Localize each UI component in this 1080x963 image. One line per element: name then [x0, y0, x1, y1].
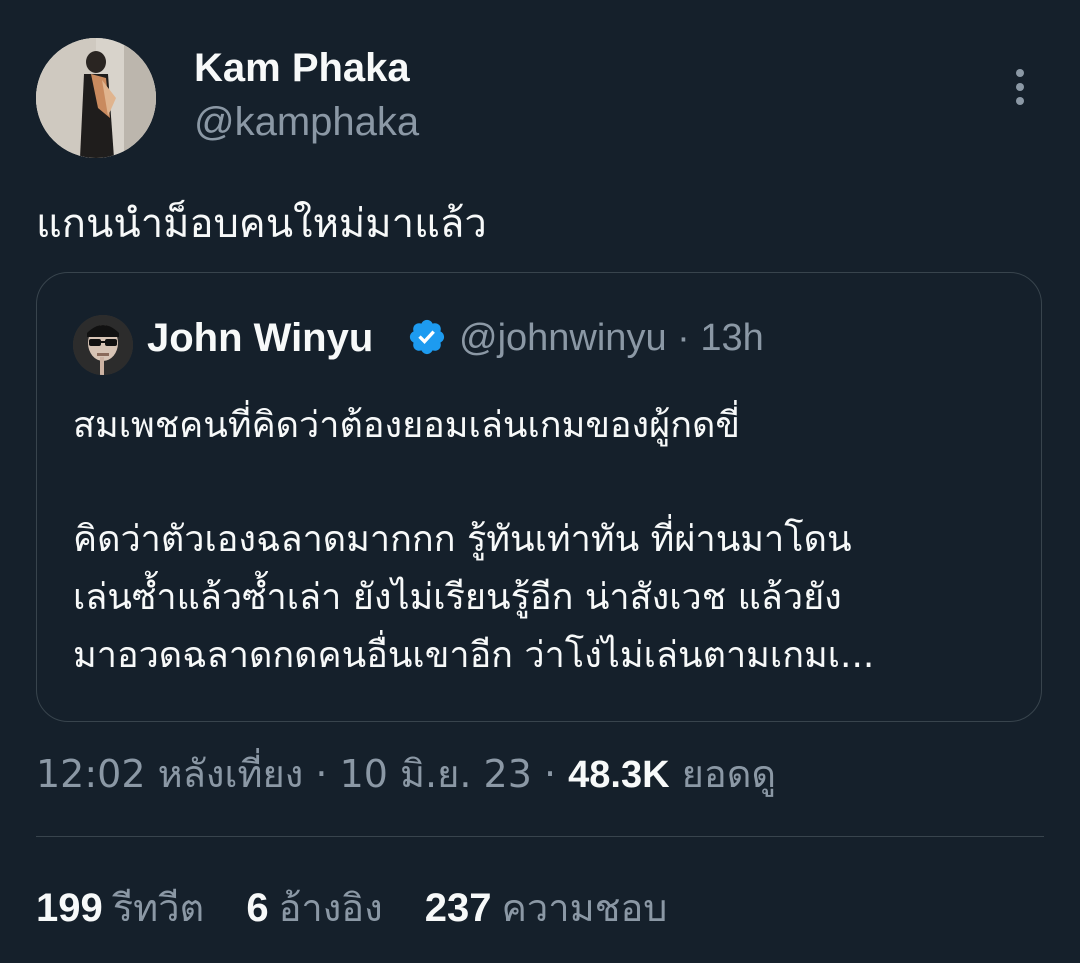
views-count[interactable]: 48.3K: [568, 754, 669, 796]
quoted-author-display-name[interactable]: John Winyu: [147, 315, 373, 361]
quoted-author-avatar[interactable]: [73, 315, 133, 375]
engagement-stats: 199 รีทวีต 6 อ้างอิง 237 ความชอบ: [36, 882, 697, 934]
likes-stat[interactable]: 237 ความชอบ: [425, 886, 668, 930]
quoted-author-handle-time: @johnwinyu · 13h: [459, 317, 764, 359]
tweet-text: แกนนำม็อบคนใหม่มาแล้ว: [36, 201, 487, 247]
retweets-label: รีทวีต: [112, 886, 205, 930]
likes-count: 237: [424, 886, 492, 930]
quoted-text-line: เล่นซ้ำแล้วซ้ำเล่า ยังไม่เรียนรู้อีก น่า…: [73, 577, 842, 618]
tweet-meta: 12:02 หลังเที่ยง · 10 มิ.ย. 23 · 48.3K ย…: [36, 750, 776, 799]
more-vertical-icon-dot: [1016, 83, 1024, 91]
views-label: ยอดดู: [681, 752, 777, 796]
quoted-tweet-card[interactable]: John Winyu @johnwinyu · 13h สมเพชคนที่คิ…: [36, 272, 1042, 722]
retweets-count: 199: [36, 886, 103, 930]
quoted-text-line: มาอวดฉลาดกดคนอื่นเขาอีก ว่าโง่ไม่เล่นตาม…: [73, 635, 875, 676]
more-vertical-icon: [1016, 69, 1024, 77]
divider: [36, 836, 1044, 837]
quotes-stat[interactable]: 6 อ้างอิง: [246, 886, 382, 930]
quoted-text-line: คิดว่าตัวเองฉลาดมากกก รู้ทันเท่าทัน ที่ผ…: [73, 519, 852, 560]
quotes-label: อ้างอิง: [278, 886, 383, 930]
quotes-count: 6: [246, 886, 269, 930]
author-display-name[interactable]: Kam Phaka: [194, 44, 410, 92]
retweets-stat[interactable]: 199 รีทวีต: [36, 886, 204, 930]
tweet: Kam Phaka @kamphaka แกนนำม็อบคนใหม่มาแล้…: [0, 0, 1080, 963]
quoted-tweet-text: สมเพชคนที่คิดว่าต้องยอมเล่นเกมของผู้กดขี…: [73, 397, 1013, 685]
more-vertical-icon-dot: [1016, 97, 1024, 105]
quoted-text-line: สมเพชคนที่คิดว่าต้องยอมเล่นเกมของผู้กดขี…: [73, 405, 741, 446]
author-avatar[interactable]: [36, 38, 156, 158]
tweet-timestamp[interactable]: 12:02 หลังเที่ยง · 10 มิ.ย. 23 ·: [36, 752, 568, 796]
more-options-button[interactable]: [1000, 62, 1040, 112]
author-handle[interactable]: @kamphaka: [194, 98, 419, 146]
quoted-avatar-image: [73, 315, 133, 375]
likes-label: ความชอบ: [501, 886, 668, 930]
verified-badge-icon: [409, 319, 445, 355]
author-avatar-image: [36, 38, 156, 158]
